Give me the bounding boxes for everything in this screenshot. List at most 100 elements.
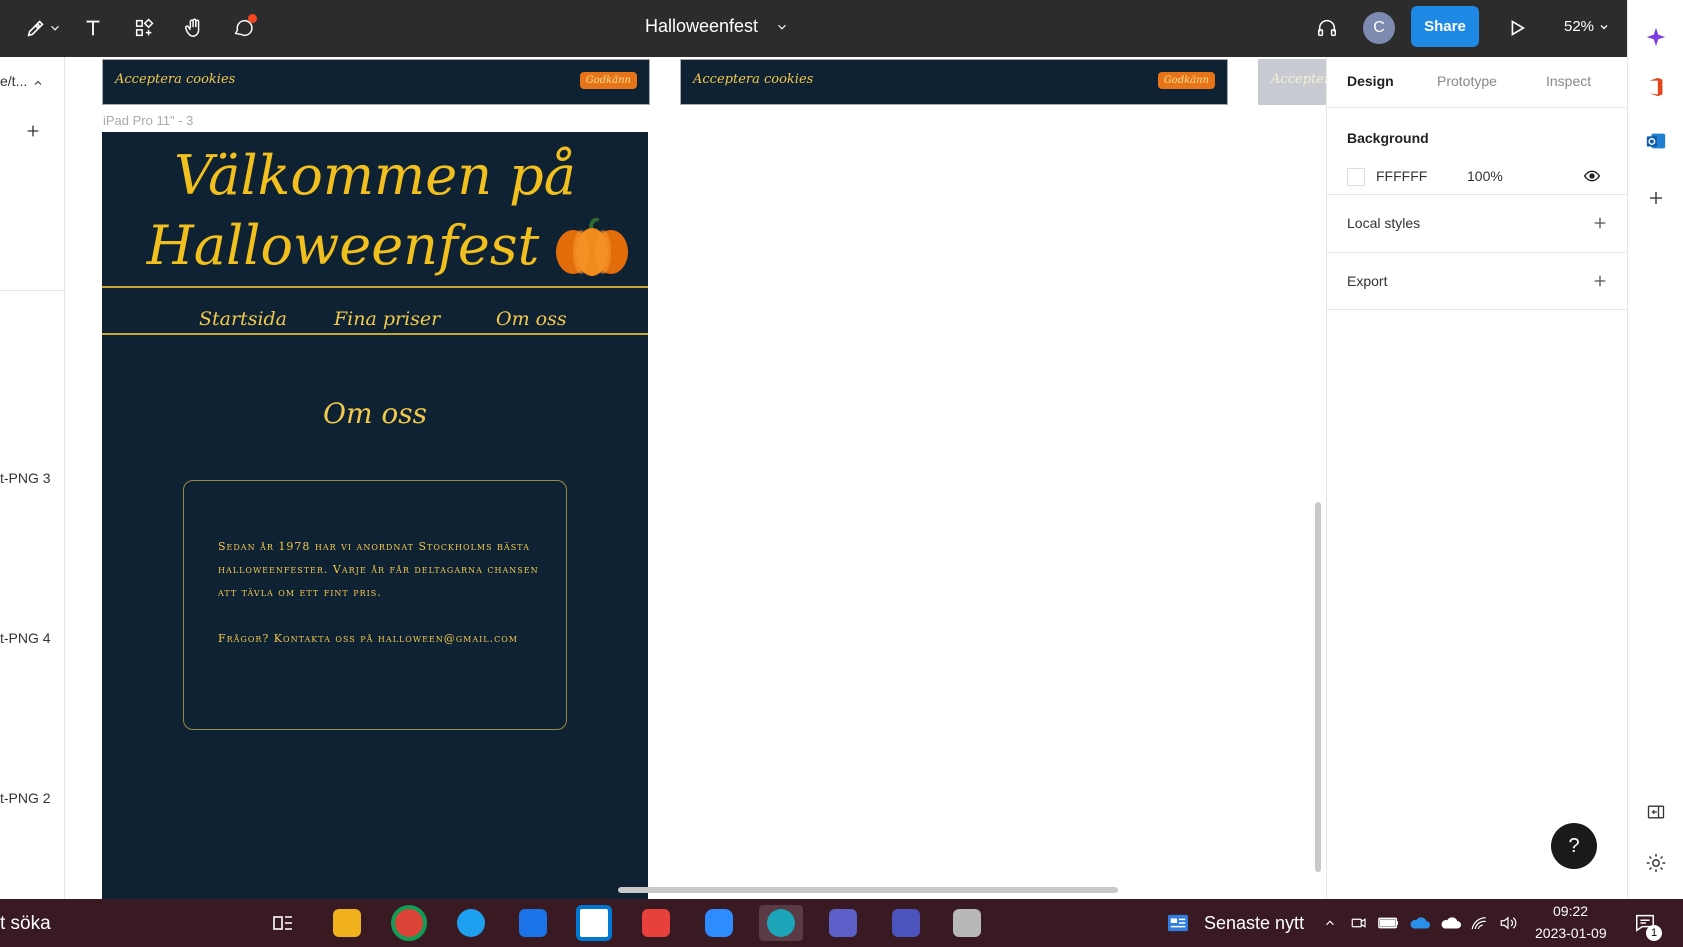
accept-button[interactable]: Godkänn <box>579 72 637 89</box>
chevron-down-icon[interactable] <box>48 14 62 42</box>
figma-toolbar: Halloweenfest C Share 52% <box>0 0 1627 57</box>
info-paragraph: Sedan år 1978 har vi anordnat Stockholms… <box>218 540 539 599</box>
background-hex[interactable]: FFFFFF <box>1376 168 1427 184</box>
cookie-text: Acceptera cookies <box>115 72 236 87</box>
zoom-level[interactable]: 52% <box>1564 18 1594 35</box>
outlook-icon[interactable] <box>1645 130 1667 152</box>
layer-item[interactable]: t-PNG 2 <box>0 790 51 806</box>
copilot-icon[interactable] <box>1645 26 1667 48</box>
windows-taskbar: t söka Senaste nytt 09:22 2023-01-09 1 <box>0 899 1683 947</box>
local-styles-section: Local styles <box>1327 195 1628 253</box>
pen-tool-icon[interactable] <box>22 14 50 42</box>
accept-button[interactable]: Godkänn <box>1157 72 1215 89</box>
nav-bottom-border <box>102 333 648 335</box>
frame-label[interactable]: iPad Pro 11" - 3 <box>103 113 193 128</box>
file-title[interactable]: Halloweenfest <box>645 16 758 37</box>
camera-icon[interactable] <box>1350 914 1368 932</box>
ipad-frame[interactable]: Välkommen på Halloweenfest Startsida Fin… <box>102 132 648 899</box>
teams-icon[interactable] <box>821 905 865 941</box>
tab-design[interactable]: Design <box>1347 73 1394 89</box>
mail-icon[interactable] <box>511 905 555 941</box>
task-view-icon[interactable] <box>261 905 305 941</box>
export-section: Export <box>1327 253 1628 310</box>
add-icon[interactable] <box>1647 189 1665 207</box>
chevron-down-icon[interactable] <box>1598 21 1610 33</box>
export-heading: Export <box>1347 273 1388 289</box>
text-tool-icon[interactable] <box>79 14 107 42</box>
tab-inspect[interactable]: Inspect <box>1546 73 1591 89</box>
nav-startsida[interactable]: Startsida <box>199 308 287 330</box>
play-icon[interactable] <box>1503 14 1531 42</box>
vertical-scrollbar[interactable] <box>1315 502 1321 872</box>
hero-title-line2: Halloweenfest <box>146 214 540 277</box>
add-page-icon[interactable] <box>25 123 41 139</box>
news-label[interactable]: Senaste nytt <box>1204 913 1304 934</box>
internet-explorer-icon[interactable] <box>449 905 493 941</box>
news-icon[interactable] <box>1167 913 1189 933</box>
contact-paragraph: Frågor? Kontakta oss på halloween@gmail.… <box>218 632 518 645</box>
components-icon[interactable] <box>130 14 158 42</box>
store-icon[interactable] <box>572 905 616 941</box>
info-box: Sedan år 1978 har vi anordnat Stockholms… <box>183 480 567 730</box>
horizontal-scrollbar[interactable] <box>618 887 1118 893</box>
chevron-up-icon[interactable] <box>32 77 44 89</box>
chevron-up-icon[interactable] <box>1322 916 1338 930</box>
properties-panel: Design Prototype Inspect Background FFFF… <box>1326 57 1628 899</box>
clock-date[interactable]: 2023-01-09 <box>1535 925 1607 941</box>
design-canvas[interactable]: Acceptera cookies Godkänn Acceptera cook… <box>65 57 1326 899</box>
cookie-text: Acceptera <box>1271 72 1326 87</box>
layer-item[interactable]: t-PNG 3 <box>0 470 51 486</box>
cookie-banner[interactable]: Acceptera <box>1258 59 1326 105</box>
divider <box>0 290 64 291</box>
onedrive-icon[interactable] <box>1408 915 1430 931</box>
hand-tool-icon[interactable] <box>180 14 208 42</box>
sidebar-toggle-icon[interactable] <box>1645 802 1667 822</box>
notification-badge: 1 <box>1646 925 1662 941</box>
cloud-icon[interactable] <box>1439 915 1461 931</box>
background-section: Background FFFFFF 100% <box>1327 108 1628 195</box>
help-button[interactable]: ? <box>1551 823 1597 869</box>
panel-tabs: Design Prototype Inspect <box>1327 57 1628 108</box>
eye-icon[interactable] <box>1583 168 1601 184</box>
nav-top-border <box>102 286 648 288</box>
headphones-icon[interactable] <box>1313 14 1341 42</box>
teams-meeting-icon[interactable] <box>884 905 928 941</box>
cookie-text: Acceptera cookies <box>693 72 814 87</box>
settings-icon[interactable] <box>1645 852 1667 874</box>
wifi-icon[interactable] <box>1469 914 1489 932</box>
hero-title-line1: Välkommen på <box>174 144 576 207</box>
nav-om-oss[interactable]: Om oss <box>496 308 567 330</box>
notepad-icon[interactable] <box>945 905 989 941</box>
search-box[interactable]: t söka <box>0 913 51 935</box>
volume-icon[interactable] <box>1497 914 1519 932</box>
edge-sidebar <box>1627 0 1683 899</box>
avatar[interactable]: C <box>1363 12 1395 44</box>
clock-time[interactable]: 09:22 <box>1553 903 1588 919</box>
page-path[interactable]: e/t... <box>0 73 27 89</box>
cookie-banner[interactable]: Acceptera cookies Godkänn <box>102 59 650 105</box>
notification-dot <box>248 14 257 23</box>
edge-icon[interactable] <box>759 905 803 941</box>
cookie-banner[interactable]: Acceptera cookies Godkänn <box>680 59 1228 105</box>
chevron-down-icon[interactable] <box>775 20 789 34</box>
file-explorer-icon[interactable] <box>325 905 369 941</box>
add-export-icon[interactable] <box>1592 273 1608 289</box>
office-icon[interactable] <box>1645 76 1667 98</box>
chrome-icon[interactable] <box>387 905 431 941</box>
layer-item[interactable]: t-PNG 4 <box>0 630 51 646</box>
gift-icon[interactable] <box>634 905 678 941</box>
battery-icon[interactable] <box>1378 915 1400 931</box>
layers-panel: e/t... t-PNG 3 t-PNG 4 t-PNG 2 <box>0 57 65 899</box>
background-opacity[interactable]: 100% <box>1467 168 1503 184</box>
tab-prototype[interactable]: Prototype <box>1437 73 1497 89</box>
pumpkin-icon <box>556 218 628 276</box>
section-title: Om oss <box>322 397 427 430</box>
share-button[interactable]: Share <box>1411 6 1479 47</box>
nav-fina-priser[interactable]: Fina priser <box>334 308 440 330</box>
local-styles-heading: Local styles <box>1347 215 1421 231</box>
background-heading: Background <box>1347 130 1429 146</box>
zoom-icon[interactable] <box>697 905 741 941</box>
comment-icon[interactable] <box>229 14 257 42</box>
add-style-icon[interactable] <box>1592 215 1608 231</box>
color-swatch[interactable] <box>1347 168 1365 186</box>
